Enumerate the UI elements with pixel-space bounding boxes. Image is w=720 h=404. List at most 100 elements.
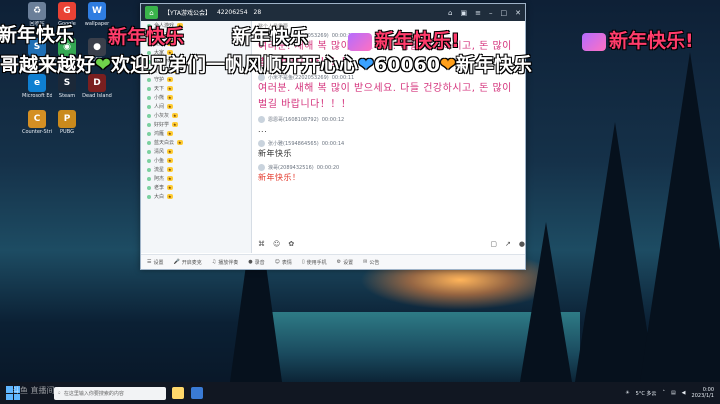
message-user[interactable]: 张小雅(1594864565) xyxy=(268,140,319,147)
smile-icon[interactable]: ☺ xyxy=(273,240,280,248)
desktop-icon[interactable]: CCounter-Strike xyxy=(22,108,52,144)
level-badge-icon: ★ xyxy=(172,122,178,127)
member-name: 大白 xyxy=(154,194,165,200)
level-badge-icon: ★ xyxy=(167,167,173,172)
level-badge-icon: ★ xyxy=(167,158,173,163)
status-dot-icon xyxy=(147,167,151,172)
chat-icon[interactable]: ▣ xyxy=(461,9,468,17)
bottombar-label: 播放伴奏 xyxy=(218,259,239,266)
desktop-icon[interactable]: eMicrosoft Edge xyxy=(22,72,52,108)
member-row[interactable]: 人间 ★ xyxy=(141,102,251,111)
desktop-icon-label: PUBG xyxy=(60,129,74,135)
weather-icon[interactable]: ☀ xyxy=(625,390,629,396)
member-row[interactable]: 鸿雁 ★ xyxy=(141,129,251,138)
message-user[interactable]: 恩恩哥(1608108792) xyxy=(268,116,319,123)
mic-icon[interactable]: ● xyxy=(519,240,525,248)
member-row[interactable]: 流星 ★ xyxy=(141,165,251,174)
member-name: 鸿雁 xyxy=(154,131,165,137)
app-icon: G xyxy=(58,2,76,20)
avatar[interactable] xyxy=(258,116,265,123)
gift-badge-icon xyxy=(582,32,606,51)
member-name: 小熊 xyxy=(154,95,165,101)
member-row[interactable]: 阿杰 ★ xyxy=(141,174,251,183)
danmaku-comment: 新年快乐 xyxy=(0,24,75,46)
share-icon[interactable]: ↗ xyxy=(505,240,511,248)
level-badge-icon: ★ xyxy=(167,176,173,181)
chat-bottombar: ☰ 设置 🎤 开启麦克 ♫ 播放伴奏 ● 录音 ☺ 表情 ▯ 使用手机 ⚙ 设置 ✉ 公告 xyxy=(141,254,525,269)
gamepad-icon[interactable]: ⌘ xyxy=(258,240,265,248)
bottombar-item[interactable]: 🎤 开启麦克 xyxy=(174,259,202,266)
weather-text: 5°C 多云 xyxy=(635,390,657,397)
status-dot-icon xyxy=(147,77,151,82)
member-row[interactable]: 好好学 ★ xyxy=(141,120,251,129)
yy-chat-window[interactable]: ⌂ 【YTA游戏公会】 42206254 28 ⌂ ▣ ≡ – □ ✕ 全人游戏… xyxy=(140,3,526,270)
gift-icon[interactable]: ✿ xyxy=(288,240,294,248)
blue-heart-icon: ❤ xyxy=(357,54,374,76)
member-row[interactable]: 小灰灰 ★ xyxy=(141,111,251,120)
member-row[interactable]: 老李 ★ xyxy=(141,183,251,192)
bottombar-icon: ☰ xyxy=(147,259,152,265)
input-toolbar: ⌘ ☺ ✿ ▢ ↗ ● xyxy=(252,238,525,250)
bottombar-item[interactable]: ☺ 表情 xyxy=(275,259,292,266)
taskbar-app-icon[interactable] xyxy=(172,387,184,399)
danmaku-comment: 新年快乐! xyxy=(348,26,460,53)
maximize-icon[interactable]: □ xyxy=(501,9,508,17)
volume-icon[interactable]: ◀ xyxy=(682,390,686,396)
orange-heart-icon: ❤ xyxy=(439,54,456,76)
level-badge-icon: ★ xyxy=(172,113,178,118)
menu-icon[interactable]: ≡ xyxy=(475,9,481,17)
desktop-icon[interactable]: S Steam xyxy=(52,72,82,108)
desktop-icon[interactable]: D Dead Island xyxy=(82,72,112,108)
taskbar-app-icon[interactable] xyxy=(191,387,203,399)
chat-titlebar[interactable]: ⌂ 【YTA游戏公会】 42206254 28 ⌂ ▣ ≡ – □ ✕ xyxy=(141,4,525,21)
member-name: 小鱼 xyxy=(154,158,165,164)
taskbar-clock[interactable]: 0:00 2023/1/1 xyxy=(692,387,714,399)
status-dot-icon xyxy=(147,158,151,163)
bottombar-item[interactable]: ⚙ 设置 xyxy=(337,259,354,266)
message-meta: 浪哥(2089432516) 00:00:20 xyxy=(258,164,519,171)
pine-tree xyxy=(520,222,572,382)
app-icon: ♻ xyxy=(28,2,46,20)
member-row[interactable]: 天下 ★ xyxy=(141,84,251,93)
windows-taskbar: ⌕ 在这里输入你要搜索的内容 ☀ 5°C 多云 ˄ ▤ ◀ 0:00 2023/… xyxy=(0,382,720,404)
desktop-icon-label: Counter-Strike xyxy=(22,129,52,135)
member-row[interactable]: 大白 ★ xyxy=(141,192,251,201)
status-dot-icon xyxy=(147,122,151,127)
bottombar-icon: ⚙ xyxy=(336,259,342,265)
close-icon[interactable]: ✕ xyxy=(515,9,521,17)
bottombar-icon: ● xyxy=(248,259,253,265)
status-dot-icon xyxy=(147,95,151,100)
room-title: 【YTA游戏公会】 xyxy=(164,10,211,17)
member-row[interactable]: 小鱼 ★ xyxy=(141,156,251,165)
member-name: 阿杰 xyxy=(154,176,165,182)
taskbar-search-input[interactable]: ⌕ 在这里输入你要搜索的内容 xyxy=(54,386,166,400)
network-icon[interactable]: ▤ xyxy=(671,390,676,396)
image-icon[interactable]: ▢ xyxy=(490,240,497,248)
desktop-icon[interactable]: P PUBG xyxy=(52,108,82,144)
avatar[interactable] xyxy=(258,140,265,147)
member-row[interactable]: 小熊 ★ xyxy=(141,93,251,102)
member-row[interactable]: 蓝天白云 ★ xyxy=(141,138,251,147)
member-name: 守护 xyxy=(154,77,165,83)
message-text: 新年快乐 xyxy=(258,149,292,158)
message-meta: 恩恩哥(1608108792) 00:00:12 xyxy=(258,116,519,123)
bottombar-label: 表情 xyxy=(281,259,292,266)
bottombar-item[interactable]: ☰ 设置 xyxy=(147,259,164,266)
bottombar-label: 录音 xyxy=(254,259,265,266)
home-icon[interactable]: ⌂ xyxy=(448,9,452,17)
bottombar-item[interactable]: ✉ 公告 xyxy=(363,259,379,266)
desktop-icon-label: Steam xyxy=(58,93,76,99)
minimize-icon[interactable]: – xyxy=(489,9,493,17)
message-user[interactable]: 浪哥(2089432516) xyxy=(268,164,314,171)
taskbar-apps xyxy=(172,387,203,399)
chevron-up-icon[interactable]: ˄ xyxy=(662,390,665,396)
bottombar-item[interactable]: ● 录音 xyxy=(248,259,264,266)
avatar[interactable] xyxy=(258,164,265,171)
bottombar-item[interactable]: ♫ 播放伴奏 xyxy=(212,259,239,266)
member-row[interactable]: 清风 ★ xyxy=(141,147,251,156)
bottombar-label: 设置 xyxy=(343,259,354,266)
bottombar-item[interactable]: ▯ 使用手机 xyxy=(302,259,327,266)
chat-message: 浪哥(2089432516) 00:00:20 新年快乐！ xyxy=(258,164,519,185)
level-badge-icon: ★ xyxy=(177,140,183,145)
member-name: 老李 xyxy=(154,185,165,191)
